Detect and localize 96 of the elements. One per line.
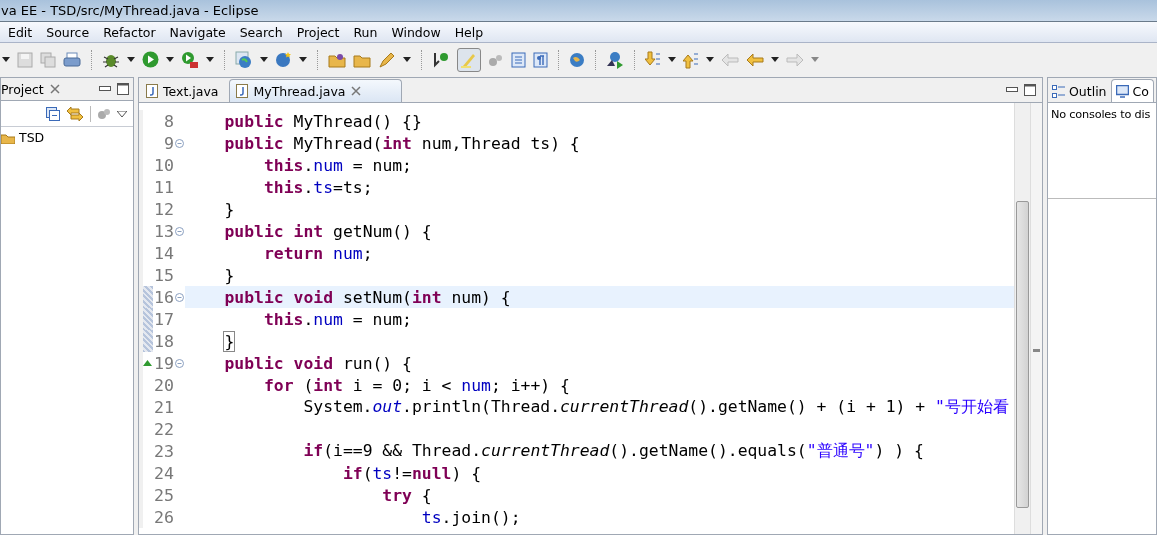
code-line: return num;: [262, 243, 373, 263]
editor-tab[interactable]: MyThread.java: [229, 79, 402, 102]
print-icon[interactable]: [63, 51, 81, 68]
minimize-icon[interactable]: [99, 86, 111, 92]
line-number: 26: [154, 507, 174, 527]
console-message: No consoles to dis: [1051, 108, 1151, 121]
line-number: 25: [154, 485, 174, 505]
dropdown-arrow-icon[interactable]: [403, 57, 411, 62]
code-line: }: [223, 331, 235, 351]
code-line: public void run() {: [223, 353, 412, 373]
line-number: 10: [154, 155, 174, 175]
code-line: this.num = num;: [262, 155, 412, 175]
pen-icon[interactable]: [378, 50, 396, 69]
line-number: 21: [154, 397, 174, 417]
scrollbar[interactable]: [1014, 103, 1030, 534]
outline-icon: [1052, 84, 1065, 98]
document-icon[interactable]: [511, 51, 526, 68]
tree-item[interactable]: TSD: [19, 130, 45, 145]
line-number: 24: [154, 463, 174, 483]
collapse-all-icon[interactable]: [46, 106, 60, 121]
close-icon[interactable]: [49, 84, 60, 94]
run-icon[interactable]: [142, 51, 159, 68]
fold-icon[interactable]: [175, 139, 184, 148]
run-tool-icon[interactable]: [181, 50, 199, 69]
dropdown-arrow-icon[interactable]: [260, 57, 268, 62]
line-number: 20: [154, 375, 174, 395]
dropdown-arrow-icon[interactable]: [771, 57, 779, 62]
editor-tab[interactable]: Text.java: [139, 79, 230, 102]
monitor-icon: [1115, 84, 1129, 98]
menu-item[interactable]: Window: [391, 24, 441, 40]
code-line: public MyThread() {}: [223, 111, 422, 131]
code-line: this.num = num;: [262, 309, 412, 329]
code-line: }: [223, 199, 235, 219]
code-line: public void setNum(int num) {: [223, 287, 511, 307]
dots-icon[interactable]: [97, 107, 111, 120]
line-number: 23: [154, 441, 174, 461]
dropdown-arrow-icon[interactable]: [127, 57, 135, 62]
menu-item[interactable]: Help: [454, 24, 484, 40]
close-icon[interactable]: [350, 86, 361, 96]
line-number: 9: [164, 133, 174, 153]
project-folder-icon: [1, 131, 15, 144]
back-arrow-icon[interactable]: [746, 52, 764, 67]
line-number: 15: [154, 265, 174, 285]
folder-icon[interactable]: [328, 51, 346, 68]
code-line: ts.join();: [420, 507, 521, 527]
code-line: try {: [381, 485, 432, 505]
dropdown-arrow-icon[interactable]: [2, 57, 10, 62]
line-number: 14: [154, 243, 174, 263]
maximize-icon[interactable]: [117, 83, 129, 95]
up-arrow-icon[interactable]: [683, 50, 699, 69]
view-tab[interactable]: Co: [1110, 79, 1154, 102]
menu-item[interactable]: Navigate: [169, 24, 226, 40]
code-line: public MyThread(int num,Thread ts) {: [223, 133, 580, 153]
minimize-icon[interactable]: [1006, 87, 1018, 93]
paragraph-icon[interactable]: [533, 51, 548, 68]
code-line: System.out.println(Thread.currentThread().getName() + (i + 1) + "号开始看: [302, 396, 1009, 418]
menu-item[interactable]: Run: [353, 24, 378, 40]
code-line: for (int i = 0; i < num; i++) {: [262, 375, 570, 395]
link-editor-icon[interactable]: [66, 105, 84, 122]
java-file-icon: [146, 84, 158, 98]
maximize-icon[interactable]: [1024, 84, 1036, 96]
line-number: 16: [154, 287, 174, 307]
dropdown-arrow-icon[interactable]: [668, 57, 676, 62]
line-number: 8: [164, 111, 174, 131]
menu-item[interactable]: Search: [239, 24, 283, 40]
dots-icon[interactable]: [488, 52, 504, 67]
line-number: 17: [154, 309, 174, 329]
dropdown-arrow-icon[interactable]: [299, 57, 307, 62]
overview-mark: [1033, 349, 1040, 352]
code-line: public int getNum() {: [223, 221, 432, 241]
menu-item[interactable]: Project: [296, 24, 340, 40]
line-number: 13: [154, 221, 174, 241]
line-number: 12: [154, 199, 174, 219]
view-menu-icon[interactable]: [117, 110, 127, 117]
dropdown-arrow-icon[interactable]: [706, 57, 714, 62]
dropdown-arrow-icon[interactable]: [206, 57, 214, 62]
code-line: this.ts=ts;: [262, 177, 373, 197]
code-line: }: [223, 265, 235, 285]
line-number: 19: [154, 353, 174, 373]
line-number: 18: [154, 331, 174, 351]
code-line: if(ts!=null) {: [341, 463, 482, 483]
fold-icon[interactable]: [175, 227, 184, 236]
code-line: if(i==9 && Thread.currentThread().getName().equals("普通号") ) {: [302, 440, 924, 462]
fold-icon[interactable]: [175, 359, 184, 368]
highlight-toggle-button[interactable]: [457, 47, 481, 72]
menu-item[interactable]: Edit: [8, 24, 33, 40]
java-file-icon: [236, 84, 249, 98]
window-title: va EE - TSD/src/MyThread.java - Eclipse: [0, 3, 259, 18]
view-tab[interactable]: Outlin: [1048, 80, 1111, 102]
scrollbar-thumb[interactable]: [1016, 201, 1029, 508]
line-number: 11: [154, 177, 174, 197]
menu-item[interactable]: Refactor: [103, 24, 156, 40]
fold-icon[interactable]: [175, 293, 184, 302]
dropdown-arrow-icon[interactable]: [166, 57, 174, 62]
menu-item[interactable]: Source: [46, 24, 90, 40]
line-number: 22: [154, 419, 174, 439]
